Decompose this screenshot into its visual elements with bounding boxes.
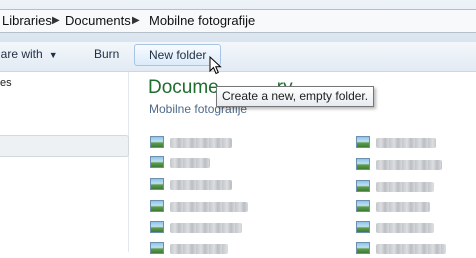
command-bar: hare with▼ Burn New folder [0,42,476,72]
file-name [376,244,446,254]
file-item[interactable] [356,136,456,152]
breadcrumb-separator-icon[interactable]: ▶ [52,15,60,26]
file-name [376,182,434,192]
share-with-label: hare with [0,47,43,61]
image-file-icon [356,242,370,254]
nav-item-selected[interactable] [0,135,129,157]
nav-item-partial-label[interactable]: es [0,77,12,89]
file-name [376,138,436,148]
file-item[interactable] [150,136,250,152]
breadcrumb-mobilne-fotografije[interactable]: Mobilne fotografije [149,13,255,28]
breadcrumb-separator-icon[interactable]: ▶ [132,15,140,26]
file-name [170,180,232,190]
file-name [376,160,442,170]
file-item[interactable] [356,242,456,258]
file-item[interactable] [150,242,250,258]
image-file-icon [150,221,164,233]
image-file-icon [356,221,370,233]
file-name [170,202,248,212]
burn-button[interactable]: Burn [94,47,119,61]
share-with-button[interactable]: hare with ▼ [0,47,58,61]
file-name [170,158,210,168]
file-item[interactable] [356,158,456,174]
image-file-icon [356,158,370,170]
image-file-icon [150,242,164,254]
file-item[interactable] [356,200,456,216]
breadcrumb-documents[interactable]: Documents [65,13,131,28]
image-file-icon [356,200,370,212]
navigation-pane[interactable] [0,72,129,252]
breadcrumb[interactable]: Libraries ▶ Documents ▶ Mobilne fotograf… [0,9,476,33]
breadcrumb-libraries[interactable]: Libraries [2,13,52,28]
image-file-icon [150,200,164,212]
image-file-icon [356,180,370,192]
image-file-icon [356,136,370,148]
file-item[interactable] [150,221,250,237]
file-item[interactable] [356,221,456,237]
file-name [376,223,434,233]
file-item[interactable] [356,180,456,196]
file-name [170,223,242,233]
image-file-icon [150,178,164,190]
file-name [170,138,232,148]
image-file-icon [150,136,164,148]
chevron-down-icon: ▼ [48,50,58,60]
address-bar: Libraries ▶ Documents ▶ Mobilne fotograf… [0,0,476,43]
mouse-cursor-icon [209,56,222,75]
file-name [376,202,430,212]
new-folder-tooltip: Create a new, empty folder. [216,86,375,107]
file-name [170,244,228,254]
image-file-icon [150,156,164,168]
file-item[interactable] [150,178,250,194]
file-item[interactable] [150,156,250,172]
file-item[interactable] [150,200,250,216]
